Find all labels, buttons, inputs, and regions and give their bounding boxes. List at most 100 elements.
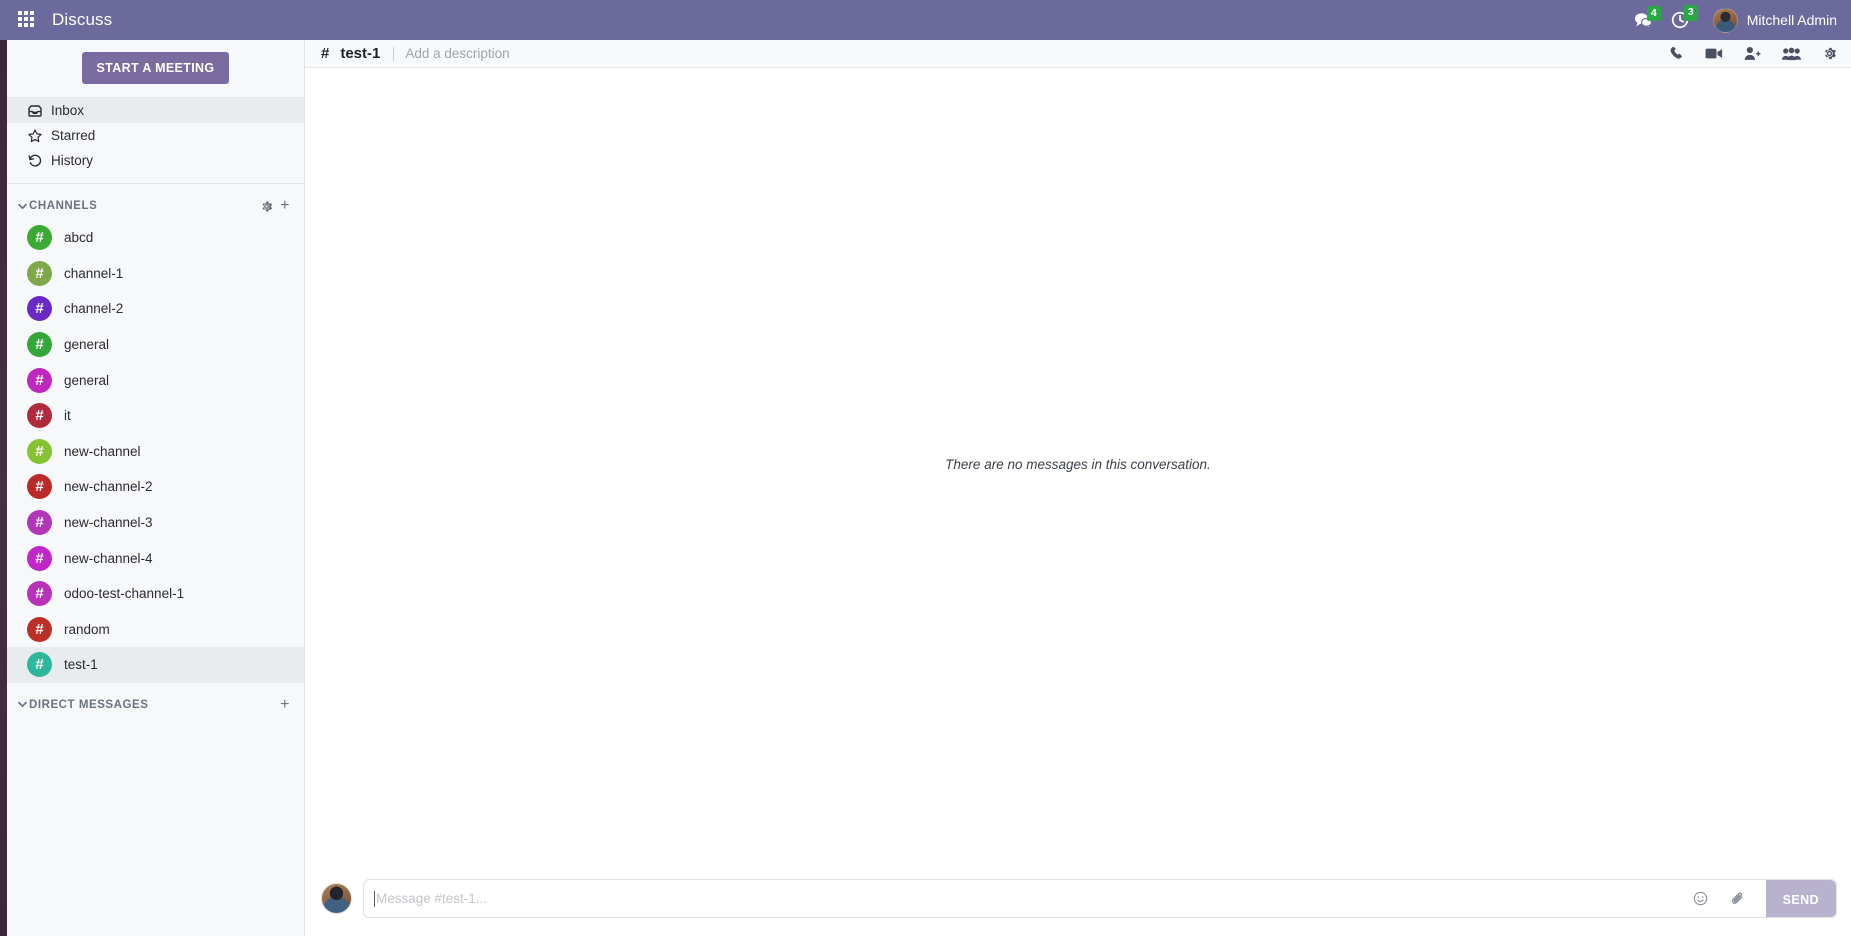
activities-menu-button[interactable]: 3 [1671, 5, 1698, 29]
channel-name-label: channel-2 [64, 301, 124, 317]
start-video-call-button[interactable] [1705, 47, 1723, 60]
show-members-button[interactable] [1782, 47, 1801, 61]
channel-avatar: # [27, 367, 52, 393]
paperclip-icon[interactable] [1730, 891, 1746, 907]
channel-item-new-channel[interactable]: # new-channel [7, 434, 304, 470]
thread-actions [1669, 46, 1837, 61]
direct-messages-section-header[interactable]: DIRECT MESSAGES + [7, 691, 304, 719]
message-input[interactable]: Message #test-1... [374, 880, 1681, 917]
channel-item-general[interactable]: # general [7, 327, 304, 363]
start-call-button[interactable] [1669, 46, 1684, 61]
channel-item-random[interactable]: # random [7, 612, 304, 648]
channel-avatar: # [27, 652, 52, 678]
app-body: START A MEETING Inbox Starred History CH… [0, 40, 1851, 936]
sidebar-item-label: Inbox [51, 102, 85, 118]
add-direct-message-button[interactable]: + [280, 696, 290, 713]
send-button[interactable]: SEND [1765, 880, 1836, 917]
channel-avatar: # [27, 545, 52, 571]
channel-item-odoo-test-channel-1[interactable]: # odoo-test-channel-1 [7, 576, 304, 612]
channel-avatar: # [27, 438, 52, 464]
channel-avatar: # [27, 581, 52, 607]
app-brand-title[interactable]: Discuss [52, 10, 112, 30]
direct-messages-section-title: DIRECT MESSAGES [29, 698, 149, 711]
sidebar-divider [7, 183, 304, 184]
discuss-app: Discuss 4 3 Mitchell Admin START A MEETI… [0, 0, 1851, 936]
channel-item-channel-1[interactable]: # channel-1 [7, 256, 304, 292]
channel-item-new-channel-3[interactable]: # new-channel-3 [7, 505, 304, 541]
channel-name-label: new-channel-3 [64, 515, 153, 531]
top-navbar: Discuss 4 3 Mitchell Admin [0, 0, 1851, 40]
messages-menu-button[interactable]: 4 [1634, 5, 1661, 29]
channel-name-label: new-channel [64, 443, 141, 459]
add-channel-button[interactable]: + [280, 198, 290, 214]
video-icon [1705, 48, 1723, 59]
channel-item-general-2[interactable]: # general [7, 362, 304, 398]
channel-name-label: it [64, 408, 71, 424]
thread-description-input[interactable]: Add a description [405, 46, 509, 61]
user-menu-button[interactable]: Mitchell Admin [1712, 7, 1837, 33]
channel-avatar: # [27, 403, 52, 429]
apps-grid-icon[interactable] [18, 11, 36, 29]
user-name-label: Mitchell Admin [1746, 12, 1837, 28]
channel-name-label: abcd [64, 230, 94, 246]
start-meeting-section: START A MEETING [7, 40, 304, 98]
channel-avatar: # [27, 225, 52, 251]
direct-messages-section-actions: + [280, 696, 290, 713]
thread-settings-button[interactable] [1822, 46, 1837, 61]
history-icon [27, 154, 42, 167]
composer-box[interactable]: Message #test-1... SEND [363, 879, 1837, 918]
channel-avatar: # [27, 474, 52, 500]
add-user-icon [1744, 46, 1761, 60]
channel-item-it[interactable]: # it [7, 398, 304, 434]
channel-name-label: test-1 [64, 657, 98, 673]
message-input-placeholder: Message #test-1... [376, 891, 488, 906]
sidebar-item-label: History [51, 152, 94, 168]
mailbox-list: Inbox Starred History [7, 98, 304, 173]
discuss-sidebar: START A MEETING Inbox Starred History CH… [7, 40, 305, 936]
composer-tools [1681, 891, 1766, 907]
chevron-down-icon[interactable] [15, 203, 29, 210]
sidebar-item-label: Starred [51, 127, 96, 143]
channel-list: # abcd # channel-1 # channel-2 # general… [7, 220, 304, 683]
user-avatar [1712, 7, 1738, 33]
channel-item-abcd[interactable]: # abcd [7, 220, 304, 256]
sidebar-item-starred[interactable]: Starred [7, 123, 304, 148]
main-panel: # test-1 Add a description There are no … [305, 40, 1851, 936]
channel-item-new-channel-2[interactable]: # new-channel-2 [7, 469, 304, 505]
channel-name-label: odoo-test-channel-1 [64, 586, 185, 602]
channel-avatar: # [27, 296, 52, 322]
channels-section-header[interactable]: CHANNELS + [7, 192, 304, 220]
inbox-icon [27, 104, 42, 117]
sidebar-item-inbox[interactable]: Inbox [7, 98, 304, 123]
start-meeting-button[interactable]: START A MEETING [81, 52, 230, 84]
channels-section-actions: + [260, 198, 290, 214]
star-icon [27, 129, 42, 142]
activities-count-badge: 3 [1683, 5, 1698, 21]
channel-avatar: # [27, 260, 52, 286]
channel-item-channel-2[interactable]: # channel-2 [7, 291, 304, 327]
channel-name-label: channel-1 [64, 265, 124, 281]
channel-item-new-channel-4[interactable]: # new-channel-4 [7, 540, 304, 576]
empty-thread-message: There are no messages in this conversati… [945, 457, 1211, 472]
sidebar-item-history[interactable]: History [7, 148, 304, 173]
channel-avatar: # [27, 616, 52, 642]
thread-title[interactable]: test-1 [340, 45, 380, 62]
emoji-icon[interactable] [1693, 891, 1708, 906]
channel-avatar: # [27, 510, 52, 536]
channel-name-label: general [64, 337, 110, 353]
message-thread: There are no messages in this conversati… [305, 68, 1851, 861]
chevron-down-icon[interactable] [15, 701, 29, 708]
gear-icon[interactable] [260, 200, 273, 213]
thread-header: # test-1 Add a description [305, 40, 1851, 68]
channels-section-title: CHANNELS [29, 200, 98, 212]
navbar-right-group: 4 3 Mitchell Admin [1634, 5, 1837, 33]
header-separator [393, 46, 395, 61]
channel-name-label: random [64, 621, 110, 637]
invite-people-button[interactable] [1744, 46, 1761, 61]
phone-icon [1670, 46, 1682, 59]
channel-item-test-1[interactable]: # test-1 [7, 647, 304, 683]
left-edge-strip [0, 40, 7, 936]
message-composer: Message #test-1... SEND [305, 861, 1851, 936]
messages-count-badge: 4 [1646, 5, 1661, 21]
members-icon [1782, 47, 1801, 60]
